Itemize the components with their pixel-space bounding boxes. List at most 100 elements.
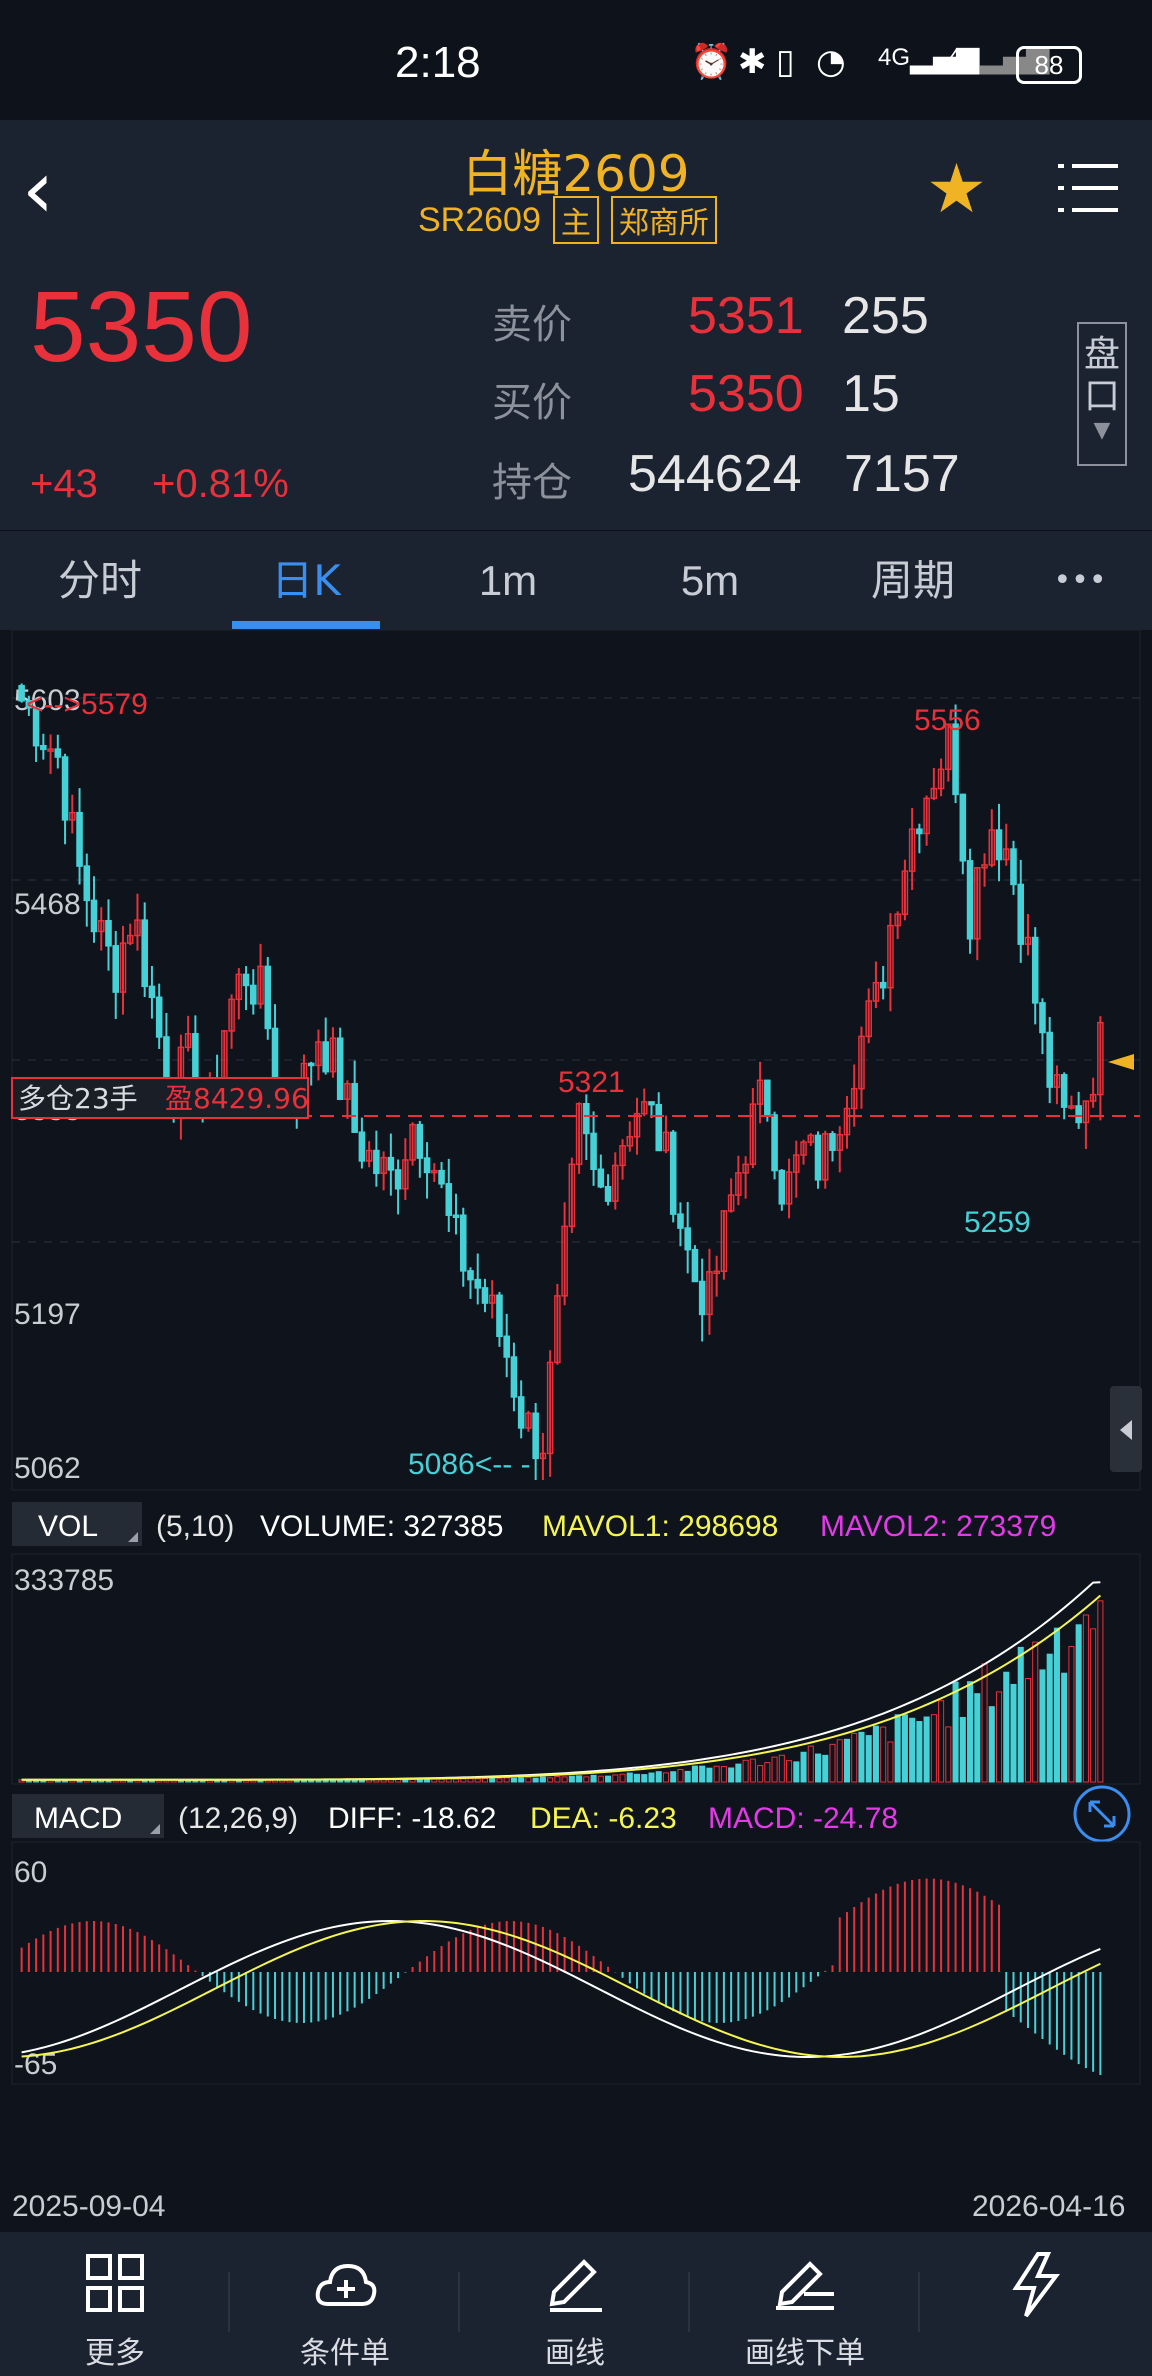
chart-area[interactable]: 5603 5468 5333 5197 5062 多仓23手 盈8429.96 … xyxy=(0,629,1152,2232)
more-button[interactable]: 更多 xyxy=(0,2232,230,2376)
volume-bar xyxy=(539,1776,546,1783)
candle-body xyxy=(879,981,887,989)
candle-body xyxy=(387,1156,395,1171)
volume-bars xyxy=(18,1581,1104,1783)
kline-chart[interactable]: 5603 5468 5333 5197 5062 多仓23手 盈8429.96 … xyxy=(0,629,1152,2232)
candle-body xyxy=(764,1079,771,1116)
volume-bar xyxy=(829,1743,836,1783)
candle-body xyxy=(322,1041,329,1073)
volume-bar xyxy=(749,1758,756,1783)
candle-body xyxy=(814,1134,822,1181)
volume-bar xyxy=(771,1756,778,1783)
candle-body xyxy=(496,1294,503,1338)
candle-body xyxy=(1010,848,1017,886)
volume-bar xyxy=(851,1732,858,1783)
order-book-button[interactable]: 盘口 ▼ xyxy=(1077,322,1127,466)
candle-body xyxy=(112,945,120,993)
candle-body xyxy=(698,1280,706,1316)
volume-bar xyxy=(1097,1600,1104,1783)
dea-value: DEA: -6.23 xyxy=(530,1802,677,1835)
chevron-down-icon: ▼ xyxy=(1093,418,1111,443)
macd-indicator-name: MACD xyxy=(34,1802,122,1835)
price-tick-5: 5062 xyxy=(14,1452,81,1485)
volume-bar xyxy=(778,1754,785,1783)
more-tabs-icon[interactable]: ••• xyxy=(1030,531,1130,631)
candle-body xyxy=(336,1037,344,1100)
signal-label-1: 4G xyxy=(878,44,911,71)
lightning-icon xyxy=(1012,2252,1060,2318)
candle-body xyxy=(669,1131,677,1215)
volume-bar xyxy=(1082,1614,1089,1783)
candle-body xyxy=(590,1132,597,1170)
bid-label: 买价 xyxy=(492,380,572,426)
candle-body xyxy=(105,919,112,947)
position-label: 多仓23手 xyxy=(18,1082,138,1115)
volume-bar xyxy=(1032,1641,1039,1783)
volume-bar xyxy=(699,1765,706,1783)
volume-bar xyxy=(438,1778,445,1783)
volume-bar xyxy=(1061,1672,1068,1783)
wifi-icon: ◔ xyxy=(816,42,846,82)
volume-bar xyxy=(938,1700,945,1783)
candle-body xyxy=(250,984,257,1005)
volume-bar xyxy=(590,1774,597,1783)
diff-value: DIFF: -18.62 xyxy=(328,1802,496,1835)
ask-volume: 255 xyxy=(842,287,929,345)
volume-bar xyxy=(814,1753,822,1783)
last-price: 5350 xyxy=(30,271,253,383)
volume-bar xyxy=(496,1778,503,1783)
vol-indicator-name: VOL xyxy=(38,1510,98,1543)
volume-bar xyxy=(460,1778,467,1783)
tab-5m[interactable]: 5m xyxy=(650,531,770,631)
volume-bar xyxy=(872,1725,879,1783)
candle-body xyxy=(90,899,98,933)
date-end: 2026-04-16 xyxy=(972,2190,1125,2223)
tab-intraday[interactable]: 分时 xyxy=(30,531,170,631)
volume-bar xyxy=(858,1731,865,1783)
tab-period[interactable]: 周期 xyxy=(843,531,983,631)
macd-top-tick: 60 xyxy=(14,1856,47,1889)
draw-line-order-button[interactable]: 画线下单 xyxy=(690,2232,920,2376)
price-change-pct: +0.81% xyxy=(152,462,289,506)
volume-bar xyxy=(547,1777,554,1783)
tab-1m[interactable]: 1m xyxy=(448,531,568,631)
volume-bar xyxy=(1003,1671,1010,1783)
draw-line-button[interactable]: 画线 xyxy=(460,2232,690,2376)
volume-bar xyxy=(916,1721,923,1783)
period-tabs: 分时 日K 1m 5m 周期 ••• xyxy=(0,530,1152,631)
conditional-order-button[interactable]: 条件单 xyxy=(230,2232,460,2376)
volume-bar xyxy=(930,1714,937,1783)
flash-order-button[interactable] xyxy=(920,2232,1150,2376)
volume-bar xyxy=(655,1771,662,1783)
candle-body xyxy=(76,811,83,867)
volume-bar xyxy=(995,1691,1003,1783)
candle-body xyxy=(242,973,250,987)
volume-bar xyxy=(909,1717,916,1783)
more-label: 更多 xyxy=(85,2336,145,2371)
volume-bar xyxy=(597,1775,604,1783)
candle-body xyxy=(54,748,62,758)
volume-bar xyxy=(822,1754,829,1783)
favorite-star-icon[interactable]: ★ xyxy=(926,150,987,229)
candle-body xyxy=(503,1335,510,1358)
candle-body xyxy=(481,1287,489,1304)
peak-annotation: 5556 xyxy=(914,704,981,737)
volume-bar xyxy=(901,1714,908,1783)
battery-icon: 88 xyxy=(1016,46,1082,84)
bid-price: 5350 xyxy=(688,365,804,423)
candle-body xyxy=(510,1356,518,1398)
volume-bar xyxy=(1068,1645,1075,1783)
bluetooth-icon: ✱ xyxy=(738,42,767,82)
grid-icon xyxy=(86,2254,144,2312)
candle-body xyxy=(1017,883,1025,945)
macd-params: (12,26,9) xyxy=(178,1802,298,1835)
tab-daily-k[interactable]: 日K xyxy=(232,531,380,631)
nav-divider xyxy=(688,2272,690,2332)
menu-icon[interactable] xyxy=(1058,160,1120,220)
candle-body xyxy=(829,1133,836,1151)
volume-bar xyxy=(1017,1646,1024,1783)
bottom-toolbar: 更多 条件单 画线 画线下单 xyxy=(0,2232,1152,2376)
low-annotation: 5086<-- - xyxy=(408,1448,531,1481)
volume-bar xyxy=(786,1760,793,1783)
ask-label: 卖价 xyxy=(492,302,572,348)
